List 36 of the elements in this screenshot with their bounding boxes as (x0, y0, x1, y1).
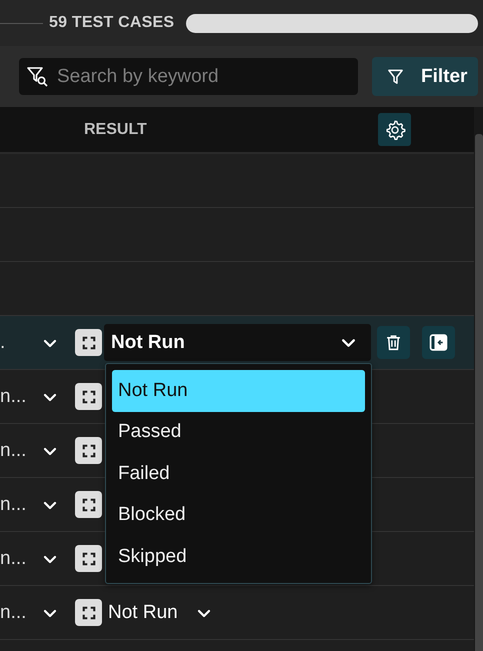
scrollbar[interactable] (474, 107, 483, 651)
corners-icon (82, 552, 96, 566)
test-case-name: . (0, 332, 6, 354)
focus-button[interactable] (75, 329, 102, 356)
corners-icon (82, 498, 96, 512)
filter-button[interactable]: Filter (372, 57, 478, 96)
corners-icon (82, 606, 96, 620)
result-dropdown[interactable]: Not Run (104, 602, 178, 624)
panel-button[interactable] (422, 326, 455, 359)
focus-button[interactable] (75, 599, 102, 626)
focus-button[interactable] (75, 545, 102, 572)
test-case-name: n... (0, 548, 28, 570)
delete-button[interactable] (377, 326, 410, 359)
test-case-name: n... (0, 440, 28, 462)
menu-option[interactable]: Skipped (112, 536, 365, 578)
corners-icon (82, 390, 96, 404)
search-field[interactable]: Search by keyword (19, 58, 358, 95)
trash-icon (385, 334, 402, 351)
menu-option[interactable]: Failed (112, 453, 365, 494)
test-case-name: n... (0, 602, 28, 624)
result-dropdown[interactable]: Not Run (104, 324, 371, 361)
menu-option[interactable]: Passed (112, 412, 365, 453)
focus-button[interactable] (75, 383, 102, 410)
settings-button[interactable] (378, 113, 411, 146)
focus-button[interactable] (75, 437, 102, 464)
test-case-count: 59 TEST CASES (49, 14, 174, 32)
filter-icon (387, 68, 404, 85)
column-header: RESULT (84, 120, 148, 138)
corners-icon (82, 336, 96, 350)
test-case-name: n... (0, 386, 28, 408)
corners-icon (82, 444, 96, 458)
settings-icon (384, 118, 406, 140)
test-case-name: n... (0, 494, 28, 516)
menu-option[interactable]: Blocked (112, 494, 365, 536)
focus-button[interactable] (75, 491, 102, 518)
menu-option[interactable]: Not Run (112, 370, 365, 412)
